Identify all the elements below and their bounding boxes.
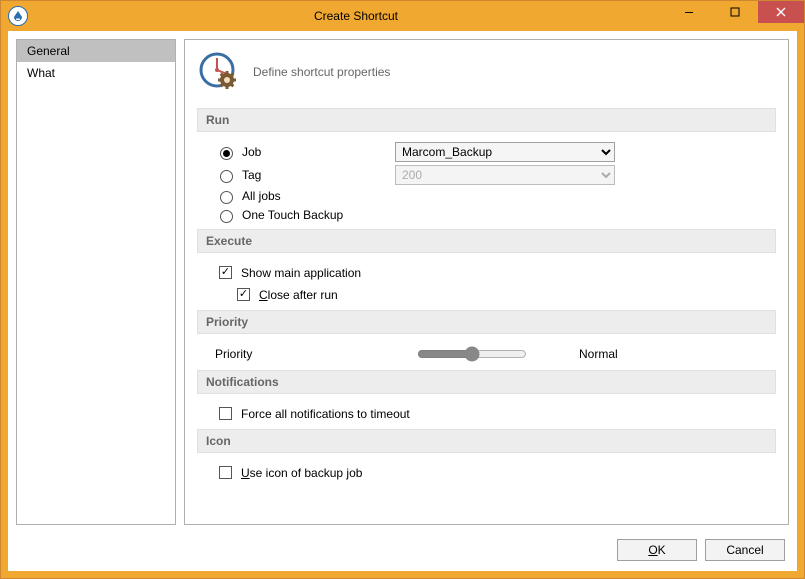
section-execute: Execute (197, 229, 776, 253)
radio-job-input[interactable] (220, 147, 233, 160)
tag-combo: 200 (395, 165, 615, 185)
check-use-icon-label: Use icon of backup job (241, 466, 362, 480)
check-force-timeout-input[interactable] (219, 407, 232, 420)
section-priority: Priority (197, 310, 776, 334)
sidebar-item-general[interactable]: General (17, 40, 175, 62)
button-bar: OK Cancel (8, 533, 797, 571)
client-area: General What (8, 31, 797, 571)
page-description: Define shortcut properties (253, 65, 390, 79)
ok-button[interactable]: OK (617, 539, 697, 561)
radio-job-label: Job (242, 145, 261, 159)
check-close-after-label: Close after run (259, 288, 338, 302)
titlebar[interactable]: Create Shortcut (1, 1, 804, 31)
radio-alljobs-input[interactable] (220, 191, 233, 204)
check-use-icon[interactable]: Use icon of backup job (215, 463, 362, 482)
dialog-window: Create Shortcut General What (0, 0, 805, 579)
priority-label: Priority (215, 347, 305, 361)
maximize-button[interactable] (712, 1, 758, 23)
app-icon (8, 6, 28, 26)
clock-gear-icon (197, 50, 241, 94)
radio-tag-input[interactable] (220, 170, 233, 183)
page-header: Define shortcut properties (197, 50, 776, 94)
radio-tag-label: Tag (242, 168, 261, 182)
check-use-icon-input[interactable] (219, 466, 232, 479)
radio-tag[interactable]: Tag (215, 167, 395, 183)
check-show-main-label: Show main application (241, 266, 361, 280)
section-notifications: Notifications (197, 370, 776, 394)
check-force-timeout[interactable]: Force all notifications to timeout (215, 404, 410, 423)
minimize-button[interactable] (666, 1, 712, 23)
radio-onetouch[interactable]: One Touch Backup (215, 207, 343, 223)
radio-onetouch-label: One Touch Backup (242, 208, 343, 222)
check-show-main[interactable]: Show main application (215, 263, 361, 282)
main-area: General What (8, 31, 797, 533)
content-panel: Define shortcut properties Run Job Marco… (184, 39, 789, 525)
radio-onetouch-input[interactable] (220, 210, 233, 223)
sidebar-item-what[interactable]: What (17, 62, 175, 84)
radio-alljobs[interactable]: All jobs (215, 188, 395, 204)
check-close-after-input[interactable] (237, 288, 250, 301)
close-button[interactable] (758, 1, 804, 23)
check-show-main-input[interactable] (219, 266, 232, 279)
radio-alljobs-label: All jobs (242, 189, 281, 203)
job-combo[interactable]: Marcom_Backup (395, 142, 615, 162)
radio-job[interactable]: Job (215, 144, 395, 160)
priority-slider[interactable] (417, 346, 527, 362)
section-icon: Icon (197, 429, 776, 453)
cancel-button[interactable]: Cancel (705, 539, 785, 561)
section-run: Run (197, 108, 776, 132)
check-force-timeout-label: Force all notifications to timeout (241, 407, 410, 421)
priority-value: Normal (579, 347, 618, 361)
check-close-after[interactable]: Close after run (233, 285, 338, 304)
page-list[interactable]: General What (16, 39, 176, 525)
window-title: Create Shortcut (28, 9, 684, 23)
window-controls (666, 1, 804, 23)
